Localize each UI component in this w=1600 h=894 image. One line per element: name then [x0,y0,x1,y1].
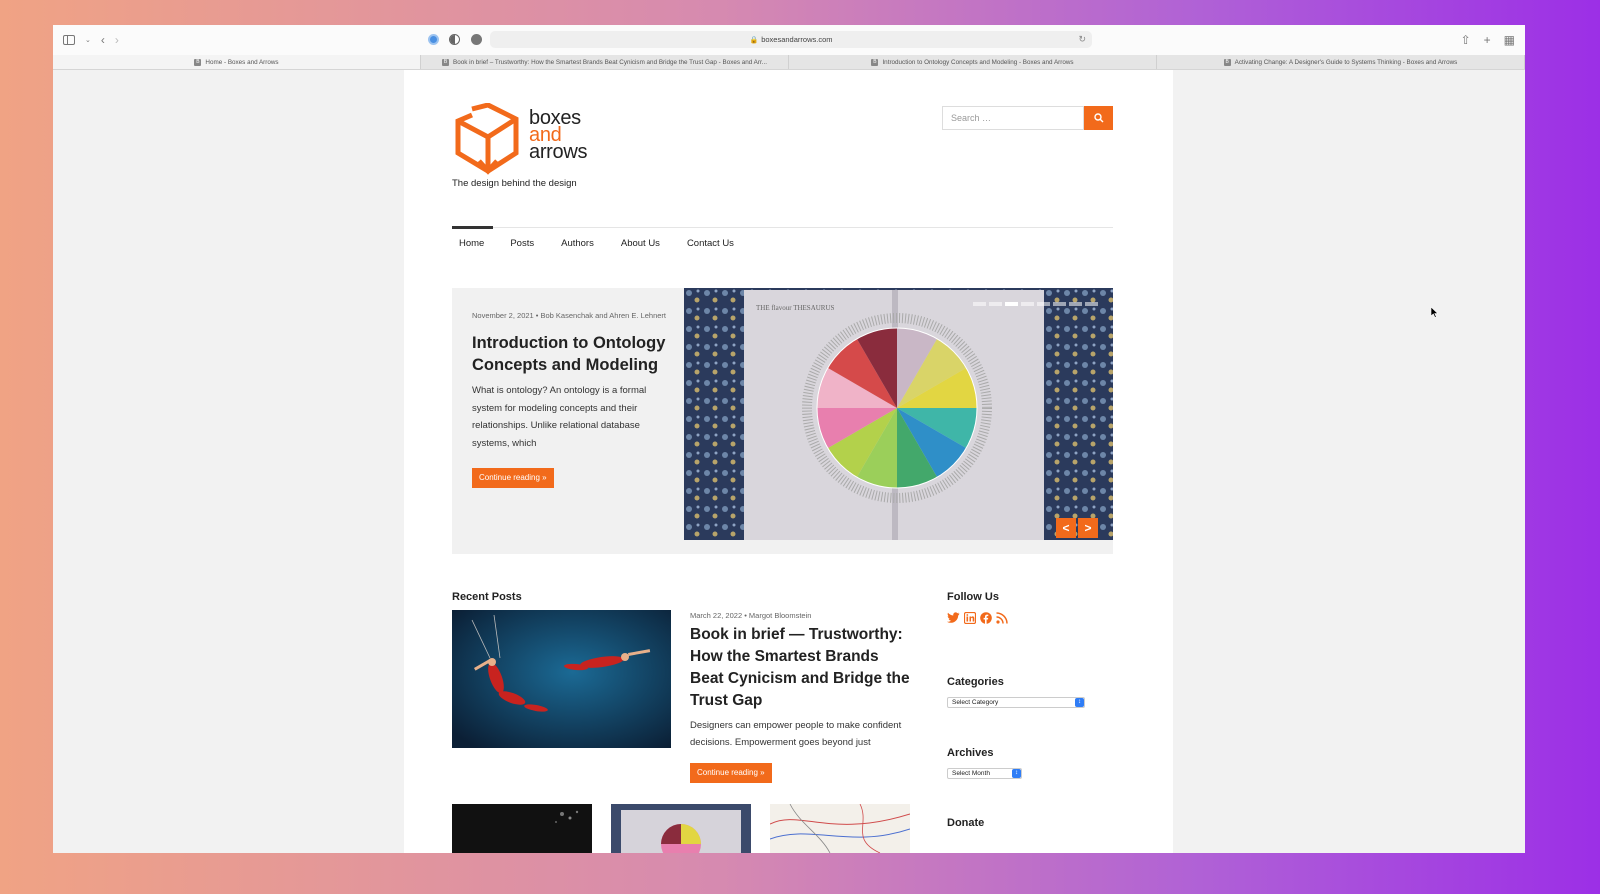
recent-posts-heading: Recent Posts [452,591,522,603]
tab-home[interactable]: B Home - Boxes and Arrows [53,55,421,69]
follow-us-heading: Follow Us [947,591,999,603]
archives-heading: Archives [947,747,994,759]
donate-heading: Donate [947,817,985,829]
brand-word-arrows: arrows [529,141,588,163]
social-links [947,612,1008,624]
post-title[interactable]: Book in brief — Trustworthy: How the Sma… [690,624,915,712]
hero-excerpt: What is ontology? An ontology is a forma… [472,385,647,449]
book-thumbnail-image [621,810,741,853]
slider-dot[interactable] [1037,302,1050,306]
url-text: boxesandarrows.com [761,35,833,44]
favicon-icon: B [194,58,202,66]
hero-title[interactable]: Introduction to Ontology Concepts and Mo… [472,332,672,376]
favicon-icon: B [1223,58,1231,66]
slider-dot[interactable] [1085,302,1098,306]
linkedin-icon[interactable] [964,612,976,624]
slider-next-button[interactable]: > [1078,518,1098,538]
featured-slider: November 2, 2021 • Bob Kasenchak and Ahr… [452,288,1113,554]
categories-select-value: Select Category [952,699,999,706]
tab-ontology[interactable]: B Introduction to Ontology Concepts and M… [789,55,1157,69]
slider-dot[interactable] [1053,302,1066,306]
trapeze-artists-image [452,610,671,748]
tab-bar: B Home - Boxes and Arrows B Book in brief … [53,55,1525,70]
archives-select[interactable]: Select Month ↕ [947,768,1022,779]
nav-divider [452,227,1113,228]
twitter-icon[interactable] [947,612,960,624]
tab-label: Activating Change: A Designer's Guide to… [1234,58,1458,66]
tab-overview-icon[interactable]: ▦ [1504,33,1515,47]
flavour-thesaurus-book-image: THE flavour THESAURUS [684,288,1113,540]
nav-item-about-us[interactable]: About Us [621,238,660,249]
nav-item-authors[interactable]: Authors [561,238,594,249]
nav-active-indicator [452,226,493,229]
boxes-and-arrows-logo-icon[interactable] [452,103,522,175]
select-chevron-icon: ↕ [1012,769,1021,778]
hero-image[interactable]: THE flavour THESAURUS < > [684,288,1113,540]
browser-toolbar: ⌄ ‹ › 🔒 boxesandarrows.com ↻ ⇧ + ▦ [53,25,1525,55]
post-excerpt: Designers can empower people to make con… [690,720,902,748]
forward-icon[interactable]: › [115,34,119,46]
share-icon[interactable]: ⇧ [1461,33,1471,47]
extension-2-icon[interactable] [449,34,460,45]
toolbar-left: ⌄ ‹ › [63,25,119,55]
slider-dot-active[interactable] [1005,302,1018,306]
slider-dot[interactable] [989,302,1002,306]
tab-book-in-brief[interactable]: B Book in brief – Trustworthy: How the Sm… [421,55,789,69]
extension-1-icon[interactable] [428,34,439,45]
search-button[interactable] [1084,106,1113,130]
post-thumbnail-book[interactable] [611,804,751,853]
nav-item-posts[interactable]: Posts [510,238,534,249]
categories-heading: Categories [947,676,1004,688]
reload-icon[interactable]: ↻ [1078,34,1086,45]
mouse-cursor-icon [1431,307,1439,318]
toolbar-right: ⇧ + ▦ [1461,25,1515,55]
back-icon[interactable]: ‹ [101,34,105,46]
post-thumbnail-dark[interactable] [452,804,592,853]
post-thumbnail[interactable] [452,610,671,748]
slider-dot[interactable] [1021,302,1034,306]
extension-3-icon[interactable] [471,34,482,45]
site-tagline: The design behind the design [452,178,577,189]
browser-window: ⌄ ‹ › 🔒 boxesandarrows.com ↻ ⇧ + ▦ B Home… [53,25,1525,853]
slider-dots[interactable] [973,302,1098,306]
sidebar-toggle-icon[interactable] [63,35,75,45]
chevron-down-icon[interactable]: ⌄ [85,37,91,44]
tab-activating-change[interactable]: B Activating Change: A Designer's Guide t… [1157,55,1525,69]
post-thumbnail-map[interactable] [770,804,910,853]
map-thumbnail-image [770,804,910,853]
hero-continue-reading-button[interactable]: Continue reading » [472,468,554,488]
tab-label: Book in brief – Trustworthy: How the Sma… [453,58,767,66]
book-header-text: THE flavour THESAURUS [756,304,835,312]
address-bar[interactable]: 🔒 boxesandarrows.com ↻ [490,31,1092,48]
dark-thumbnail-image [555,810,579,823]
tab-label: Introduction to Ontology Concepts and Mo… [882,58,1074,66]
new-tab-icon[interactable]: + [1484,33,1491,47]
brand-wordmark[interactable]: boxes and arrows [529,108,588,163]
archives-select-value: Select Month [952,770,990,777]
slider-dot[interactable] [1069,302,1082,306]
tab-label: Home - Boxes and Arrows [205,58,279,66]
web-page: boxes and arrows The design behind the d… [404,70,1173,853]
favicon-icon: B [442,58,450,66]
slider-prev-button[interactable]: < [1056,518,1076,538]
select-chevron-icon: ↕ [1075,698,1084,707]
facebook-icon[interactable] [980,612,992,624]
nav-item-contact-us[interactable]: Contact Us [687,238,734,249]
main-nav: Home Posts Authors About Us Contact Us [452,238,734,249]
rss-icon[interactable] [996,612,1008,624]
slider-dot[interactable] [973,302,986,306]
favicon-icon: B [871,58,879,66]
lock-icon: 🔒 [749,36,759,44]
post-continue-reading-button[interactable]: Continue reading » [690,763,772,783]
post-meta: March 22, 2022 • Margot Bloomstein [690,611,812,620]
search-input[interactable]: Search … [942,106,1084,130]
search-icon [1093,113,1103,123]
hero-meta: November 2, 2021 • Bob Kasenchak and Ahr… [472,311,667,320]
nav-item-home[interactable]: Home [459,238,484,249]
categories-select[interactable]: Select Category ↕ [947,697,1085,708]
